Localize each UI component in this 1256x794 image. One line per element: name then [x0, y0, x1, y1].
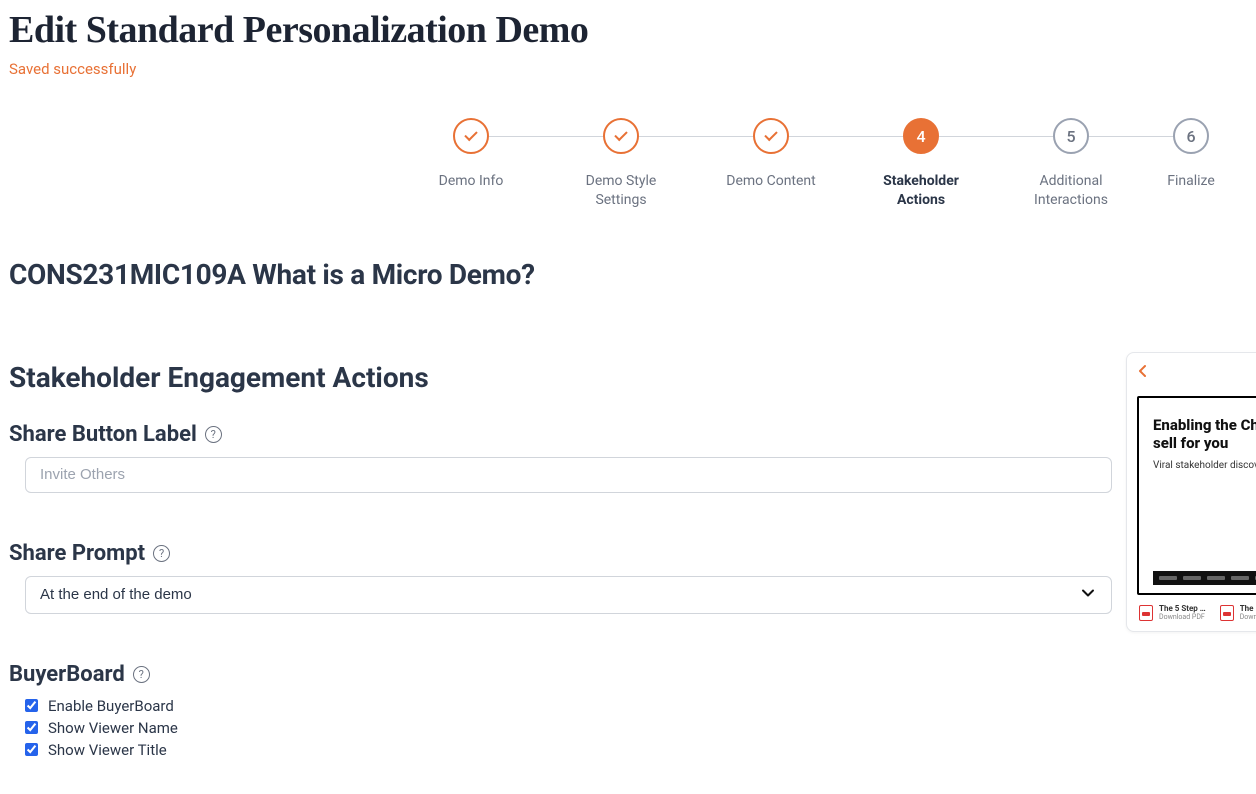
share-button-label: Share Button Label	[9, 422, 197, 447]
check-icon	[765, 134, 777, 138]
buyerboard-label: BuyerBoard	[9, 662, 125, 687]
step-circle: 4	[903, 118, 939, 154]
checkbox-label: Enable BuyerBoard	[48, 697, 174, 715]
preview-subheading: Viral stakeholder discovery	[1153, 460, 1256, 471]
step-finalize[interactable]: 6 Finalize	[1146, 118, 1236, 191]
share-prompt-label: Share Prompt	[9, 541, 145, 566]
step-label: Demo Content	[726, 172, 816, 191]
pdf-icon	[1220, 605, 1234, 621]
checkbox-label: Show Viewer Title	[48, 741, 167, 759]
preview-heading: Enabling the Champion to sell for you	[1153, 416, 1256, 452]
preview-attachments: The 5 Step … Download PDF The Definitive…	[1137, 605, 1256, 621]
step-circle	[603, 118, 639, 154]
step-circle	[753, 118, 789, 154]
step-demo-info[interactable]: Demo Info	[396, 118, 546, 191]
attachment-sub: Download PDF	[1159, 614, 1206, 621]
checkbox-show-viewer-name[interactable]: Show Viewer Name	[25, 719, 1256, 737]
help-icon[interactable]: ?	[205, 426, 222, 443]
checkbox-show-viewer-title[interactable]: Show Viewer Title	[25, 741, 1256, 759]
save-status: Saved successfully	[9, 60, 1256, 78]
check-icon	[615, 134, 627, 138]
page-title: Edit Standard Personalization Demo	[9, 8, 1256, 52]
step-demo-content[interactable]: Demo Content	[696, 118, 846, 191]
step-circle: 5	[1053, 118, 1089, 154]
step-label: Finalize	[1167, 172, 1215, 191]
step-label: Stakeholder Actions	[861, 172, 981, 210]
preview-body: Enabling the Champion to sell for you Vi…	[1137, 396, 1256, 595]
preview-panel: Enabling the Champion to sell for you Vi…	[1126, 352, 1256, 632]
checkbox-input[interactable]	[25, 721, 38, 734]
demo-title: CONS231MIC109A What is a Micro Demo?	[9, 258, 1256, 291]
share-button-input[interactable]	[25, 457, 1112, 493]
share-prompt-select[interactable]: At the end of the demo	[25, 576, 1112, 614]
preview-logo-strip	[1153, 571, 1256, 585]
stepper: Demo Info Demo Style Settings Demo Conte…	[0, 118, 1256, 210]
checkbox-label: Show Viewer Name	[48, 719, 178, 737]
checkbox-input[interactable]	[25, 743, 38, 756]
step-label: Demo Info	[439, 172, 504, 191]
help-icon[interactable]: ?	[133, 666, 150, 683]
attachment-item[interactable]: The 5 Step … Download PDF	[1139, 605, 1206, 621]
checkbox-input[interactable]	[25, 699, 38, 712]
step-stakeholder-actions[interactable]: 4 Stakeholder Actions	[846, 118, 996, 210]
step-demo-style[interactable]: Demo Style Settings	[546, 118, 696, 210]
step-circle	[453, 118, 489, 154]
pdf-icon	[1139, 605, 1153, 621]
step-label: Additional Interactions	[1011, 172, 1131, 210]
step-label: Demo Style Settings	[561, 172, 681, 210]
help-icon[interactable]: ?	[153, 545, 170, 562]
buyerboard-options: Enable BuyerBoard Show Viewer Name Show …	[25, 697, 1256, 759]
preview-back-button[interactable]	[1137, 363, 1256, 382]
attachment-sub: Download PDF	[1240, 614, 1256, 621]
check-icon	[465, 134, 477, 138]
section-title: Stakeholder Engagement Actions	[9, 361, 1256, 394]
step-circle: 6	[1173, 118, 1209, 154]
step-additional-interactions[interactable]: 5 Additional Interactions	[996, 118, 1146, 210]
checkbox-enable-buyerboard[interactable]: Enable BuyerBoard	[25, 697, 1256, 715]
attachment-item[interactable]: The Definitive Download PDF	[1220, 605, 1256, 621]
